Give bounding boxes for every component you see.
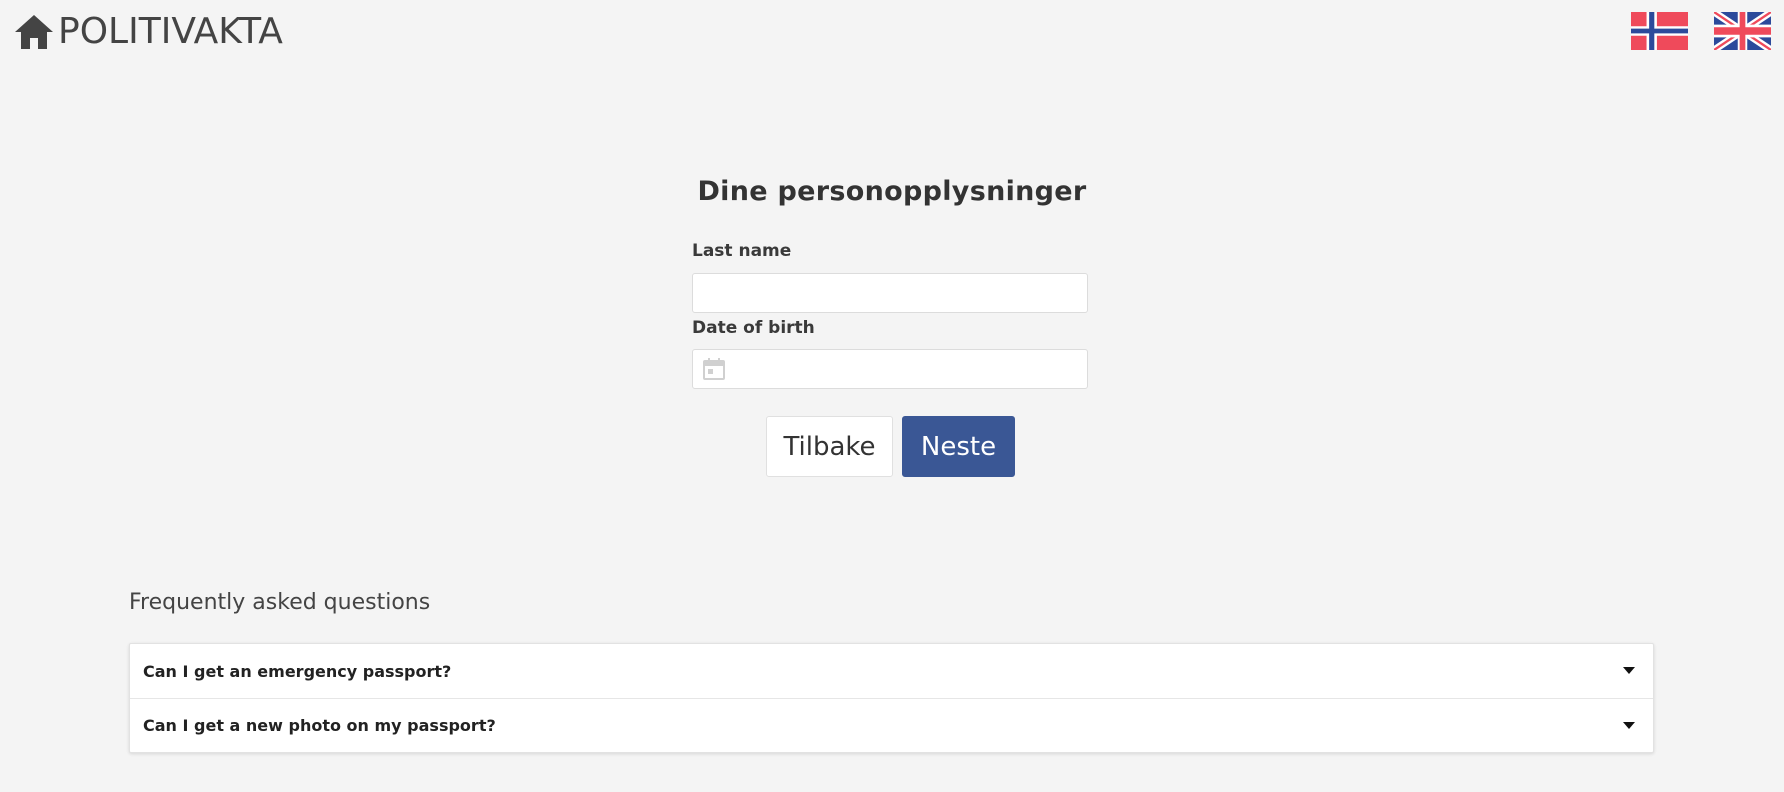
- back-button[interactable]: Tilbake: [766, 416, 893, 477]
- faq-item-emergency-passport[interactable]: Can I get an emergency passport?: [130, 644, 1653, 698]
- next-button[interactable]: Neste: [902, 416, 1015, 477]
- calendar-icon[interactable]: [702, 357, 726, 381]
- last-name-input[interactable]: [692, 273, 1088, 313]
- language-english-button[interactable]: [1714, 12, 1771, 50]
- uk-flag-icon: [1714, 12, 1771, 50]
- page-title: Dine personopplysninger: [697, 176, 1087, 207]
- caret-down-icon: [1623, 667, 1635, 675]
- date-of-birth-input[interactable]: [692, 349, 1088, 389]
- faq-question: Can I get an emergency passport?: [143, 661, 452, 681]
- faq-item-new-photo[interactable]: Can I get a new photo on my passport?: [130, 698, 1653, 752]
- home-icon: [14, 14, 54, 50]
- brand-name: POLITIVAKTA: [58, 11, 283, 52]
- date-of-birth-label: Date of birth: [692, 318, 815, 338]
- faq-title: Frequently asked questions: [129, 590, 431, 615]
- language-norwegian-button[interactable]: [1631, 12, 1688, 50]
- home-link[interactable]: POLITIVAKTA: [14, 10, 283, 54]
- norway-flag-icon: [1631, 12, 1688, 50]
- caret-down-icon: [1623, 721, 1635, 730]
- faq-question: Can I get a new photo on my passport?: [143, 716, 496, 735]
- date-of-birth-field: [692, 349, 1088, 389]
- last-name-label: Last name: [692, 241, 792, 261]
- faq-list: Can I get an emergency passport? Can I g…: [129, 643, 1654, 753]
